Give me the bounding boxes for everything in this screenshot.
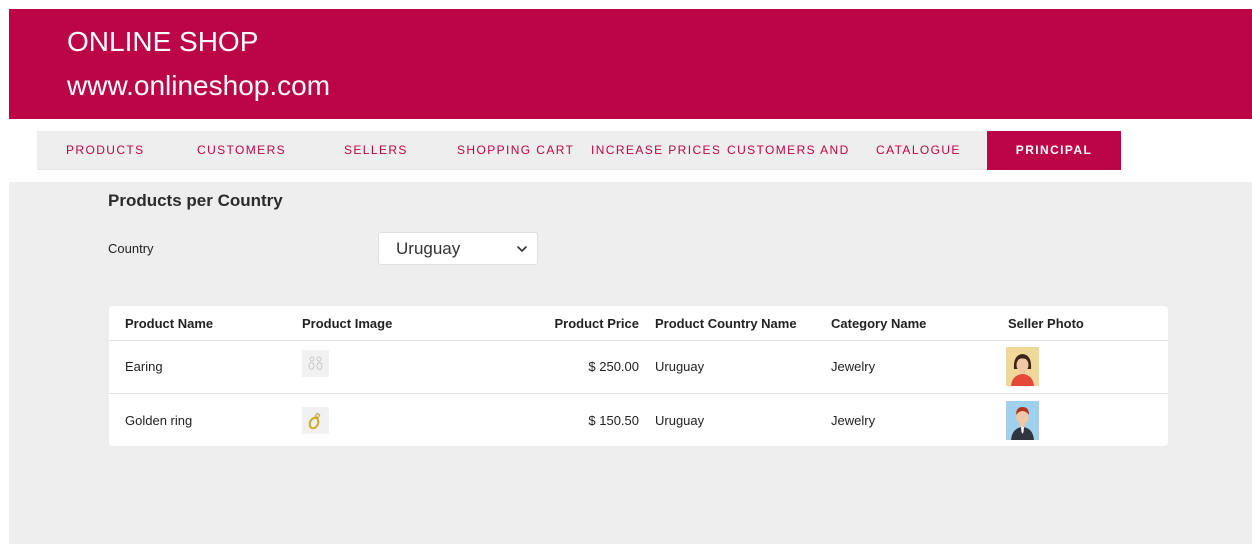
section-title: Products per Country (108, 191, 283, 210)
table-row: Golden ring $ 150.50 Uruguay Jewelry (109, 394, 1168, 446)
nav-item-catalogue[interactable]: CATALOGUE (876, 131, 986, 170)
main-content: Products per Country Country Uruguay Pro… (9, 182, 1252, 544)
site-url: www.onlineshop.com (67, 70, 331, 101)
product-price: $ 250.00 (588, 359, 639, 374)
country-label: Country (108, 241, 154, 256)
table-row: Earing $ 250.00 Uruguay Jewelry (109, 340, 1168, 394)
product-category: Jewelry (831, 413, 876, 428)
male-seller-avatar-icon (1006, 401, 1039, 440)
earring-thumbnail-icon (302, 350, 329, 377)
nav-item-increase-prices[interactable]: INCREASE PRICES (591, 131, 719, 170)
table-header-row: Product Name Product Image Product Price… (109, 306, 1168, 341)
product-country: Uruguay (655, 413, 705, 428)
country-select-value: Uruguay (396, 239, 461, 258)
country-select[interactable]: Uruguay (378, 232, 538, 265)
female-seller-avatar-icon (1006, 347, 1039, 386)
page: ONLINE SHOP www.onlineshop.com PRODUCTS … (0, 0, 1252, 544)
product-category: Jewelry (831, 359, 876, 374)
site-header: ONLINE SHOP www.onlineshop.com (9, 9, 1252, 119)
nav-item-sellers[interactable]: SELLERS (344, 131, 444, 170)
product-name: Golden ring (125, 413, 193, 428)
site-title: ONLINE SHOP (67, 26, 259, 57)
column-header-category-name: Category Name (831, 316, 927, 331)
products-table: Product Name Product Image Product Price… (109, 306, 1168, 446)
column-header-product-name: Product Name (125, 316, 214, 331)
column-header-product-country-name: Product Country Name (655, 316, 797, 331)
chevron-down-icon (517, 246, 527, 252)
ring-thumbnail-icon (302, 407, 329, 434)
nav-item-customers[interactable]: CUSTOMERS (197, 131, 317, 170)
column-header-product-image: Product Image (302, 316, 393, 331)
product-name: Earing (125, 359, 163, 374)
column-header-product-price: Product Price (554, 316, 639, 331)
nav-item-products[interactable]: PRODUCTS (66, 131, 176, 170)
column-header-seller-photo: Seller Photo (1008, 316, 1084, 331)
product-price: $ 150.50 (588, 413, 639, 428)
nav-item-principal[interactable]: PRINCIPAL (987, 131, 1121, 170)
main-nav: PRODUCTS CUSTOMERS SELLERS SHOPPING CART… (37, 131, 1121, 170)
nav-item-customers-and[interactable]: CUSTOMERS AND (727, 131, 854, 170)
product-country: Uruguay (655, 359, 705, 374)
nav-item-shopping-cart[interactable]: SHOPPING CART (457, 131, 581, 170)
